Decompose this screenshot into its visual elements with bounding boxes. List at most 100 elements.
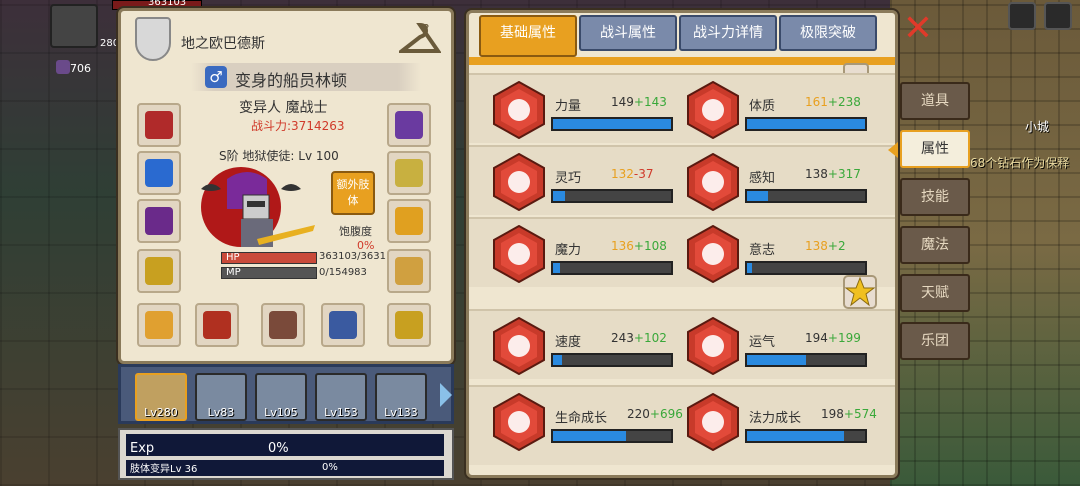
equipment-item-icon	[145, 111, 173, 139]
equipment-item-icon	[395, 207, 423, 235]
city-label: 小城	[1025, 120, 1050, 134]
hud-mp-text: 280	[100, 38, 120, 49]
hud-level-text: 706	[70, 62, 91, 75]
mana-figure-icon	[687, 393, 739, 451]
attribute-7: 运气 194+199	[663, 317, 867, 377]
attribute-bar	[745, 117, 867, 131]
attribute-bar	[745, 429, 867, 443]
star-icon[interactable]	[843, 275, 877, 309]
male-gender-icon: ♂	[205, 66, 227, 88]
eye-icon	[687, 153, 739, 211]
side-tab-1[interactable]: 属性	[900, 130, 970, 168]
equipment-slot[interactable]	[321, 303, 365, 347]
equipment-slot[interactable]	[137, 103, 181, 147]
wing-icon	[493, 317, 545, 375]
attribute-8: 生命成长 220+696	[469, 393, 683, 453]
attribute-5: 意志 138+2	[663, 225, 867, 285]
equipment-item-icon	[269, 311, 297, 339]
party-member-level: Lv153	[324, 406, 358, 419]
party-member-level: Lv105	[264, 406, 298, 419]
side-tab-3[interactable]: 魔法	[900, 226, 970, 264]
side-tab-4[interactable]: 天赋	[900, 274, 970, 312]
attribute-4: 魔力 136+108	[469, 225, 673, 285]
level-badge-icon	[56, 60, 70, 74]
attribute-value: 194+199	[805, 331, 861, 345]
attribute-name: 法力成长	[749, 411, 802, 426]
mp-bar: MP	[221, 267, 317, 279]
exp-value: 0%	[268, 441, 289, 456]
exit-map-icon[interactable]	[1044, 2, 1072, 30]
party-member-level: Lv83	[207, 406, 235, 419]
attribute-name: 生命成长	[555, 411, 608, 426]
equipment-slot[interactable]	[387, 199, 431, 243]
equipment-item-icon	[145, 207, 173, 235]
attribute-1: 体质 161+238	[663, 81, 867, 141]
equipment-item-icon	[145, 257, 173, 285]
attribute-value: 149+143	[611, 95, 667, 109]
attribute-value: 138+317	[805, 167, 861, 181]
party-member-slot[interactable]: Lv280	[135, 373, 187, 421]
attribute-bar	[745, 261, 867, 275]
equipment-slot[interactable]	[261, 303, 305, 347]
attribute-bar	[551, 117, 673, 131]
party-member-slot[interactable]: Lv105	[255, 373, 307, 421]
attribute-bar	[551, 353, 673, 367]
attribute-value: 161+238	[805, 95, 861, 109]
side-tab-5[interactable]: 乐团	[900, 322, 970, 360]
equipment-slot[interactable]	[387, 103, 431, 147]
svg-text:?: ?	[423, 22, 429, 36]
attribute-value: 138+2	[805, 239, 846, 253]
strongman-icon	[687, 81, 739, 139]
attribute-name: 感知	[749, 171, 776, 186]
party-member-level: Lv280	[144, 406, 178, 419]
equipment-slot[interactable]	[137, 199, 181, 243]
equipment-slot[interactable]	[387, 151, 431, 195]
side-tab-2[interactable]: 技能	[900, 178, 970, 216]
attribute-bar	[551, 261, 673, 275]
equipment-item-icon	[145, 311, 173, 339]
player-avatar[interactable]	[50, 4, 98, 48]
party-member-slot[interactable]: Lv133	[375, 373, 427, 421]
muscle-arm-icon	[493, 81, 545, 139]
close-button[interactable]: ✕	[902, 11, 934, 47]
equipment-item-icon	[145, 159, 173, 187]
equipment-slot[interactable]	[195, 303, 239, 347]
character-name: 变身的船员林顿	[235, 71, 348, 90]
exp-panel: Exp 0% 肢体变异Lv 36 0%	[118, 428, 454, 480]
hp-bar: HP	[221, 252, 317, 264]
equipment-item-icon	[395, 111, 423, 139]
tab-2[interactable]: 战斗力详情	[679, 15, 777, 51]
mutation-label: 肢体变异Lv 36	[130, 464, 198, 475]
tab-strip	[469, 57, 895, 65]
equipment-slot[interactable]	[137, 303, 181, 347]
clover-icon	[687, 317, 739, 375]
tab-0[interactable]: 基础属性	[479, 15, 577, 57]
equipment-slot[interactable]	[137, 249, 181, 293]
party-member-slot[interactable]: Lv83	[195, 373, 247, 421]
equipment-slot[interactable]	[137, 151, 181, 195]
attribute-value: 198+574	[821, 407, 877, 421]
party-next-arrow-icon[interactable]	[440, 383, 452, 407]
tab-1[interactable]: 战斗属性	[579, 15, 677, 51]
attribute-name: 力量	[555, 99, 582, 114]
party-member-level: Lv133	[384, 406, 418, 419]
party-selector: Lv280 Lv83 Lv105 Lv153 Lv133	[118, 364, 454, 424]
running-man-icon	[493, 153, 545, 211]
equipment-slot[interactable]	[387, 303, 431, 347]
equipment-slot[interactable]	[387, 249, 431, 293]
character-panel: 地之欧巴德斯 ? ♂ 变身的船员林顿 变异人 魔战士 战斗力:3714263 S…	[118, 8, 454, 364]
party-member-slot[interactable]: Lv153	[315, 373, 367, 421]
network-icon[interactable]	[1008, 2, 1036, 30]
attribute-9: 法力成长 198+574	[663, 393, 877, 453]
lightning-head-icon	[687, 225, 739, 283]
side-tab-0[interactable]: 道具	[900, 82, 970, 120]
tab-3[interactable]: 极限突破	[779, 15, 877, 51]
extra-limb-button[interactable]: 额外肢体	[331, 171, 375, 215]
scrolling-notice: 68个钻石作为保释	[970, 156, 1070, 170]
exp-label: Exp	[130, 441, 155, 456]
equipment-item-icon	[395, 311, 423, 339]
attribute-3: 感知 138+317	[663, 153, 867, 213]
wardrobe-hanger-icon[interactable]: ?	[399, 19, 441, 59]
attribute-name: 魔力	[555, 243, 582, 258]
attribute-0: 力量 149+143	[469, 81, 673, 141]
